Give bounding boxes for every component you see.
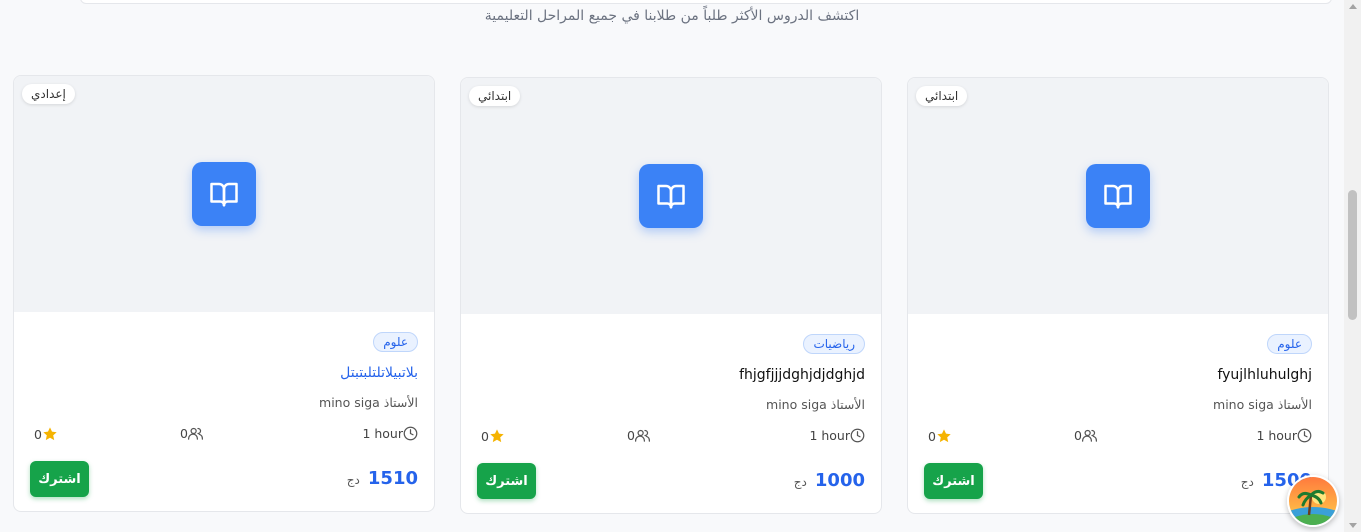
star-icon	[936, 428, 952, 444]
course-teacher: الأستاذ mino siga	[1213, 397, 1312, 412]
star-icon	[489, 428, 505, 444]
subject-badge: علوم	[373, 332, 418, 352]
book-open-icon	[1086, 164, 1150, 228]
duration-stat: 1 hour	[809, 428, 865, 443]
price-currency: دج	[793, 475, 807, 489]
course-teacher: الأستاذ mino siga	[766, 397, 865, 412]
subscribe-button[interactable]: اشترك	[924, 463, 983, 499]
book-open-icon	[192, 162, 256, 226]
course-teacher: الأستاذ mino siga	[319, 395, 418, 410]
rating-stat: 0	[928, 428, 952, 444]
course-stats: 0 0 1 hour	[34, 426, 418, 446]
users-icon	[1081, 428, 1097, 443]
scroll-thumb[interactable]	[1348, 190, 1357, 320]
clock-icon	[1297, 428, 1312, 443]
rating-value: 0	[481, 428, 489, 444]
price-amount: 1000	[814, 470, 865, 491]
course-price: دج 1510	[347, 468, 418, 489]
rating-value: 0	[928, 428, 936, 444]
subject-badge: علوم	[1267, 334, 1312, 354]
course-card[interactable]: ابتدائي علوم fyujlhluhulghj الأستاذ mino…	[907, 77, 1329, 514]
scroll-up-arrow[interactable]	[1349, 4, 1357, 9]
price-currency: دج	[1240, 475, 1254, 489]
students-stat: 0	[1074, 428, 1097, 443]
students-count: 0	[1074, 428, 1082, 443]
scroll-down-arrow[interactable]	[1349, 523, 1357, 528]
duration-value: 1 hour	[1256, 428, 1297, 443]
course-price: دج 1000	[794, 470, 865, 491]
course-card[interactable]: إعدادي علوم بلاتبيلاتلتلبتبتل الأستاذ mi…	[13, 75, 435, 512]
rating-value: 0	[34, 426, 42, 442]
users-icon	[187, 426, 203, 441]
course-media: ابتدائي	[908, 78, 1328, 314]
book-open-icon	[639, 164, 703, 228]
course-title[interactable]: fyujlhluhulghj	[1217, 367, 1312, 383]
duration-stat: 1 hour	[1256, 428, 1312, 443]
chat-avatar-button[interactable]	[1287, 475, 1339, 527]
subscribe-button[interactable]: اشترك	[30, 461, 89, 497]
students-count: 0	[180, 426, 188, 441]
level-badge: ابتدائي	[916, 86, 968, 106]
course-card[interactable]: ابتدائي رياضيات fhjgfjjjdghjdjdghjd الأس…	[460, 77, 882, 514]
users-icon	[634, 428, 650, 443]
students-stat: 0	[180, 426, 203, 441]
course-media: ابتدائي	[461, 78, 881, 314]
students-count: 0	[627, 428, 635, 443]
course-media: إعدادي	[14, 76, 434, 312]
duration-stat: 1 hour	[362, 426, 418, 441]
students-stat: 0	[627, 428, 650, 443]
course-stats: 0 0 1 hour	[928, 428, 1312, 448]
level-badge: ابتدائي	[469, 86, 521, 106]
clock-icon	[850, 428, 865, 443]
course-title-link[interactable]: بلاتبيلاتلتلبتبتل	[340, 365, 418, 381]
clock-icon	[403, 426, 418, 441]
subject-badge: رياضيات	[803, 334, 865, 354]
level-badge: إعدادي	[22, 84, 75, 104]
duration-value: 1 hour	[809, 428, 850, 443]
page-scrollbar[interactable]	[1344, 0, 1361, 532]
course-title[interactable]: fhjgfjjjdghjdjdghjd	[739, 367, 865, 383]
rating-stat: 0	[34, 426, 58, 442]
course-stats: 0 0 1 hour	[481, 428, 865, 448]
duration-value: 1 hour	[362, 426, 403, 441]
star-icon	[42, 426, 58, 442]
rating-stat: 0	[481, 428, 505, 444]
price-amount: 1510	[367, 468, 418, 489]
price-currency: دج	[346, 473, 360, 487]
header-card	[80, 0, 1332, 4]
subscribe-button[interactable]: اشترك	[477, 463, 536, 499]
section-subtitle: اكتشف الدروس الأكثر طلباً من طلابنا في ج…	[484, 8, 860, 24]
